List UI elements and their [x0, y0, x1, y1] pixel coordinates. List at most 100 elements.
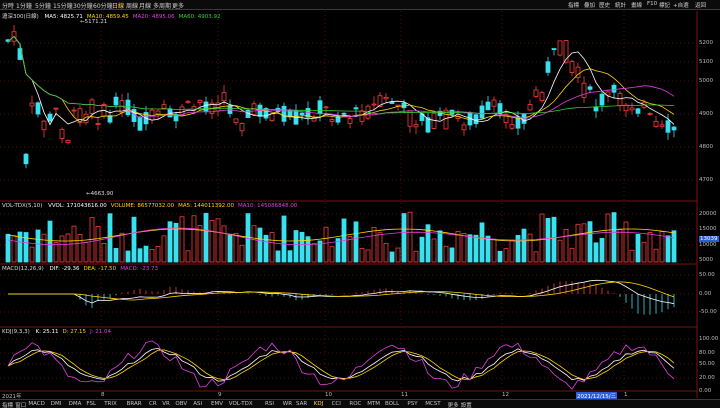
volume-title: VOL-TDX(5,10): [2, 203, 43, 209]
volume-bar: [371, 227, 377, 263]
axis-tick-label: 15000: [699, 226, 717, 232]
indicator-tab[interactable]: MTM: [367, 401, 380, 407]
volume-bar: [563, 228, 569, 263]
candle-body: [95, 122, 101, 125]
volume-bar: [209, 220, 215, 263]
indicator-tab[interactable]: CCI: [332, 401, 341, 407]
volume-bar: [221, 225, 227, 263]
indicator-tab[interactable]: DMI: [51, 401, 62, 407]
macd-legend-items: DIF: -29.36 DEA: -17.50 MACD: -23.73: [46, 266, 158, 272]
volume-bar: [233, 232, 239, 263]
volume-bar: [281, 215, 287, 263]
indicator-tab[interactable]: ROC: [349, 401, 361, 407]
legend-item: MA60: 4903.92: [178, 14, 221, 20]
volume-bar: [95, 225, 101, 263]
axis-tick-label: 5100: [699, 59, 713, 65]
volume-bar: [449, 247, 455, 263]
candle-body: [533, 89, 539, 97]
indicator-tab[interactable]: CR: [149, 401, 157, 407]
candle-body: [89, 99, 95, 114]
indicator-tab[interactable]: TRIX: [104, 401, 117, 407]
volume-bar: [47, 220, 53, 263]
candle-body: [671, 126, 677, 131]
volume-bar: [179, 216, 185, 263]
date-label: 8: [101, 392, 105, 398]
volume-bar: [653, 248, 659, 263]
candle-body: [653, 120, 659, 127]
indicator-tab[interactable]: BRAR: [127, 401, 142, 407]
volume-bar: [29, 246, 35, 263]
candle-body: [59, 128, 65, 139]
volume-bar: [377, 232, 383, 263]
indicator-tab[interactable]: SAR: [296, 401, 307, 407]
indicator-tab[interactable]: MACD: [28, 401, 45, 407]
axis-tick-label: 100.00: [699, 336, 719, 342]
volume-bar: [641, 241, 647, 263]
legend-item: MA5: 144011392.00: [178, 203, 234, 209]
indicator-tab[interactable]: 更多: [448, 401, 459, 408]
candle-body: [629, 107, 635, 111]
indicator-tab[interactable]: MCST: [425, 401, 440, 407]
indicator-tab[interactable]: 指標: [2, 401, 13, 408]
indicator-tab[interactable]: PSY: [407, 401, 417, 407]
axis-tick-label: -50.00: [699, 309, 717, 315]
indicator-tab[interactable]: 設置: [461, 401, 472, 408]
candle-body: [491, 99, 497, 107]
candle-body: [611, 84, 617, 93]
volume-bar: [461, 233, 467, 263]
volume-bar: [539, 213, 545, 263]
legend-item: MA20: 4895.06: [132, 14, 175, 20]
volume-legend-items: VVOL: 171043616.00 VOLUME: 86577032.00 MA5…: [44, 203, 297, 209]
indicator-tab[interactable]: EMV: [211, 401, 223, 407]
indicator-tab[interactable]: RSI: [265, 401, 274, 407]
volume-bar: [347, 236, 353, 263]
volume-bar: [287, 250, 293, 263]
volume-bar: [77, 234, 83, 263]
indicator-tab[interactable]: OBV: [175, 401, 187, 407]
candle-body: [539, 92, 545, 101]
volume-bar: [569, 247, 575, 263]
candle-body: [443, 109, 449, 130]
candle-body: [299, 112, 305, 115]
axis-tick-label: 10000: [699, 242, 717, 248]
indicator-tab[interactable]: KDJ: [314, 401, 323, 407]
volume-bar: [395, 247, 401, 263]
volume-bar: [467, 234, 473, 263]
axis-tick-label: 0.00: [699, 291, 712, 297]
indicator-tab[interactable]: WR: [283, 401, 292, 407]
indicator-tab-bar: 指標 窗口 MACD DMI DMA FSL TRIX BRAR CR VR OBV ASI EMV VO…: [0, 399, 720, 408]
volume-bar: [5, 233, 11, 263]
volume-bar: [311, 243, 317, 263]
indicator-tab[interactable]: ASI: [193, 401, 202, 407]
volume-bar: [551, 216, 557, 263]
axis-tick-label: 5000: [699, 78, 713, 84]
candle-body: [371, 103, 377, 106]
volume-bar: [35, 229, 41, 263]
indicator-tab[interactable]: FSL: [86, 401, 96, 407]
volume-bar: [269, 232, 275, 263]
volume-bar: [521, 228, 527, 263]
volume-bar: [227, 233, 233, 263]
candle-body: [461, 124, 467, 131]
volume-bar: [251, 225, 257, 263]
candle-body: [521, 114, 527, 124]
indicator-tab[interactable]: DMA: [69, 401, 82, 407]
candle-body: [527, 104, 533, 111]
indicator-tab[interactable]: BOLL: [385, 401, 399, 407]
candle-body: [233, 118, 239, 123]
kdj-j-line: [7, 340, 675, 390]
volume-bar: [359, 248, 365, 263]
indicator-tab[interactable]: VR: [162, 401, 170, 407]
candle-body: [647, 113, 653, 115]
axis-tick-label: 13039: [699, 236, 719, 242]
volume-bar: [545, 217, 551, 263]
indicator-tab[interactable]: VOL-TDX: [229, 401, 253, 407]
axis-tick-label: 80.00: [699, 350, 715, 356]
volume-bar: [131, 216, 137, 263]
volume-bar: [479, 222, 485, 263]
volume-bar: [413, 250, 419, 263]
candle-body: [665, 120, 671, 133]
indicator-tab[interactable]: 窗口: [15, 401, 26, 408]
legend-item: VOLUME: 86577032.00: [110, 203, 175, 209]
volume-bar: [149, 249, 155, 263]
